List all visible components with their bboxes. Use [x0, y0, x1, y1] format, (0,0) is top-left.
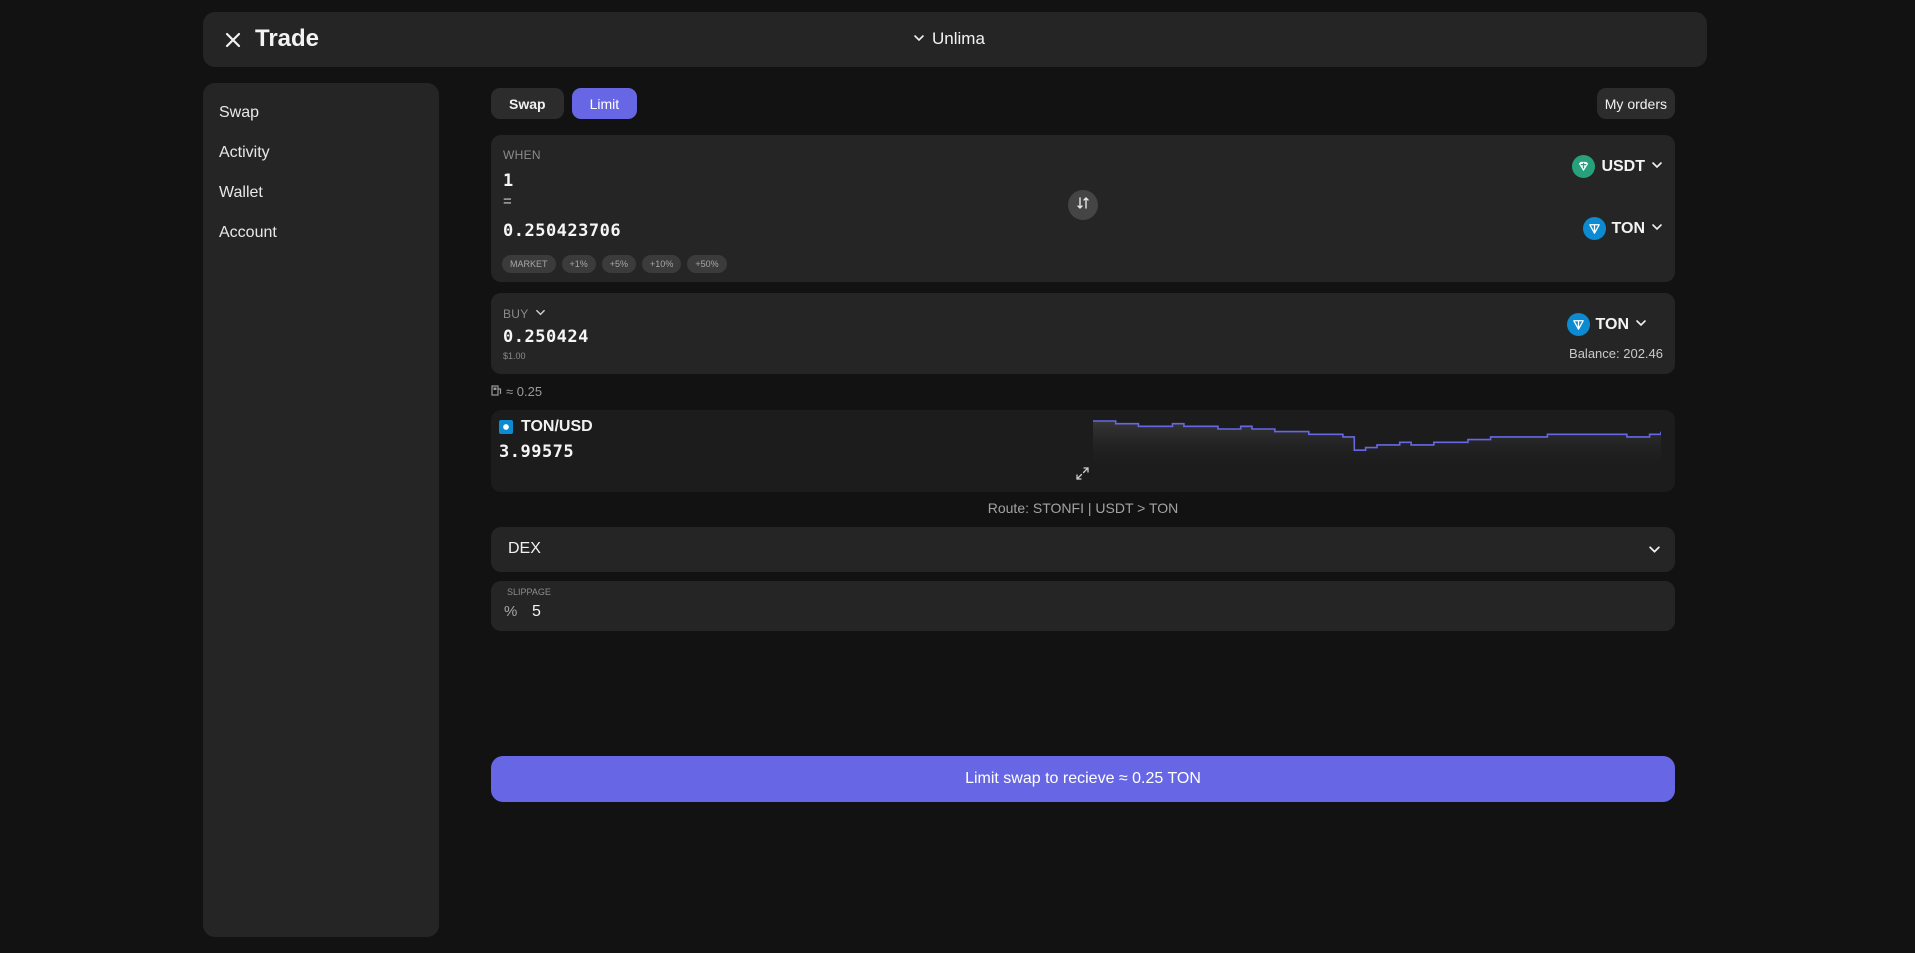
when-label: WHEN: [503, 148, 541, 162]
ton-icon: [1582, 217, 1606, 240]
chevron-down-icon: [1648, 543, 1661, 561]
chevron-down-icon: [535, 305, 546, 323]
slippage-field: SLIPPAGE % 5: [491, 581, 1675, 631]
page-title: Trade: [255, 25, 320, 52]
sidebar-item-swap[interactable]: Swap: [203, 93, 439, 133]
tab-swap[interactable]: Swap: [491, 88, 564, 119]
ton-icon: [1566, 313, 1590, 336]
price-preset-chips: MARKET +1% +5% +10% +50%: [502, 255, 727, 273]
buy-label: BUY: [503, 307, 529, 321]
chip-plus-50[interactable]: +50%: [687, 255, 727, 273]
equals-sign: =: [503, 193, 512, 210]
header-bar: Trade Unlima: [203, 12, 1707, 67]
buy-token-symbol: TON: [1595, 315, 1629, 333]
chart-current-price: 3.99575: [499, 442, 575, 462]
chip-plus-10[interactable]: +10%: [642, 255, 682, 273]
chevron-down-icon: [1651, 220, 1663, 238]
chip-plus-5[interactable]: +5%: [601, 255, 637, 273]
slippage-unit: %: [504, 603, 518, 620]
from-token-select[interactable]: USDT: [1572, 155, 1663, 178]
sidebar: Swap Activity Wallet Account: [203, 83, 439, 937]
chart-pair-label: TON/USD: [521, 418, 593, 435]
close-icon[interactable]: [221, 28, 245, 52]
account-switcher[interactable]: Unlima: [913, 29, 985, 49]
when-amount-input[interactable]: 1: [503, 171, 514, 191]
chevron-down-icon: [1651, 158, 1663, 176]
slippage-label: SLIPPAGE: [507, 587, 551, 597]
balance-text: Balance: 202.46: [1569, 346, 1663, 361]
limit-swap-button[interactable]: Limit swap to recieve ≈ 0.25 TON: [491, 756, 1675, 802]
expand-icon[interactable]: [1075, 466, 1090, 486]
dex-label: DEX: [508, 540, 541, 557]
sidebar-item-account[interactable]: Account: [203, 213, 439, 253]
chevron-down-icon: [1635, 316, 1647, 334]
buy-card: BUY 0.250424 $1.00 TON Balance: 202.46: [491, 293, 1675, 374]
price-chart-card: TON/USD 3.99575: [491, 410, 1675, 492]
dex-select[interactable]: DEX: [491, 527, 1675, 572]
tab-limit[interactable]: Limit: [571, 88, 638, 119]
route-info: Route: STONFI | USDT > TON: [987, 500, 1179, 516]
ton-icon: [499, 420, 513, 434]
price-sparkline: [1093, 420, 1661, 470]
estimated-rate: ≈ 0.25: [491, 384, 542, 399]
sidebar-item-activity[interactable]: Activity: [203, 133, 439, 173]
limit-condition-card: WHEN 1 = 0.250423706 USDT TON MARKET +1%…: [491, 135, 1675, 282]
swap-arrows-icon: [1076, 196, 1090, 215]
swap-direction-button[interactable]: [1068, 190, 1098, 220]
sidebar-item-wallet[interactable]: Wallet: [203, 173, 439, 213]
chevron-down-icon: [913, 29, 925, 49]
gas-pump-icon: [491, 384, 503, 399]
from-token-symbol: USDT: [1601, 157, 1645, 175]
buy-amount-input[interactable]: 0.250424: [503, 327, 589, 347]
slippage-input[interactable]: 5: [532, 603, 541, 621]
chip-market[interactable]: MARKET: [502, 255, 556, 273]
to-token-select[interactable]: TON: [1582, 217, 1663, 240]
buy-usd-value: $1.00: [503, 351, 526, 361]
chip-plus-1[interactable]: +1%: [561, 255, 596, 273]
trade-tabs: Swap Limit: [491, 88, 638, 119]
account-name: Unlima: [932, 29, 985, 48]
limit-price-input[interactable]: 0.250423706: [503, 221, 621, 241]
buy-token-select[interactable]: TON: [1566, 313, 1647, 336]
estimated-rate-value: ≈ 0.25: [506, 384, 543, 399]
buy-side-select[interactable]: BUY: [503, 305, 546, 323]
to-token-symbol: TON: [1611, 219, 1645, 237]
usdt-icon: [1572, 155, 1596, 178]
my-orders-button[interactable]: My orders: [1596, 88, 1675, 119]
